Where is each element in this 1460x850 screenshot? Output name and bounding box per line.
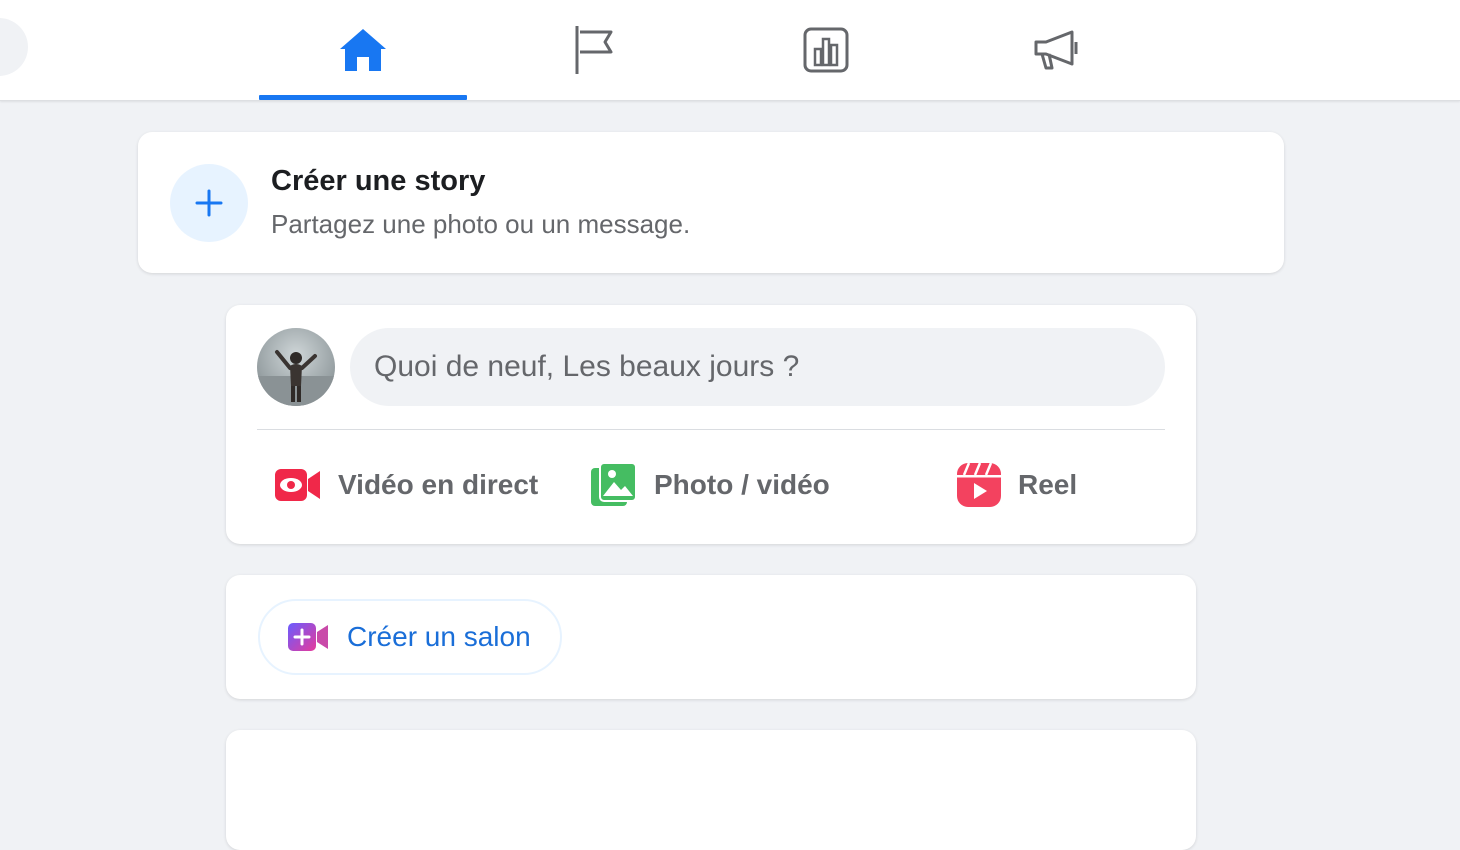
photo-video-label: Photo / vidéo <box>654 469 830 500</box>
create-room-label: Créer un salon <box>347 621 531 652</box>
active-tab-indicator <box>259 95 467 100</box>
avatar[interactable] <box>257 328 335 406</box>
create-room-button[interactable]: Créer un salon <box>258 599 562 675</box>
tab-ads[interactable] <box>953 0 1161 100</box>
megaphone-icon <box>1034 30 1078 70</box>
tab-pages[interactable] <box>490 0 698 100</box>
story-title: Créer une story <box>271 165 486 197</box>
live-video-button[interactable]: Vidéo en direct <box>274 455 538 515</box>
reel-button[interactable]: Reel <box>956 455 1077 515</box>
reel-label: Reel <box>1018 469 1078 500</box>
search-pill[interactable] <box>0 18 28 76</box>
composer-divider <box>257 429 1165 430</box>
bar-chart-icon <box>803 27 849 73</box>
story-subtitle: Partagez une photo ou un message. <box>271 209 691 239</box>
add-story-button[interactable] <box>170 164 248 242</box>
top-navigation-bar <box>0 0 1460 101</box>
live-video-icon <box>275 469 320 501</box>
plus-icon <box>195 189 223 217</box>
home-icon <box>340 29 386 71</box>
next-post-card <box>226 730 1196 850</box>
create-room-card: Créer un salon <box>226 575 1196 699</box>
photo-video-button[interactable]: Photo / vidéo <box>590 455 830 515</box>
whats-on-your-mind-input[interactable] <box>350 328 1165 406</box>
create-room-icon <box>288 623 328 651</box>
post-composer: Vidéo en direct Photo / vidéo Reel <box>226 305 1196 544</box>
create-story-card[interactable]: Créer une story Partagez une photo ou un… <box>138 132 1284 273</box>
reel-icon <box>957 462 1001 507</box>
profile-photo <box>257 350 335 406</box>
tab-insights[interactable] <box>722 0 930 100</box>
flag-icon <box>575 26 613 74</box>
tab-home[interactable] <box>259 0 467 100</box>
live-video-label: Vidéo en direct <box>338 469 539 500</box>
photo-video-icon <box>591 462 637 506</box>
